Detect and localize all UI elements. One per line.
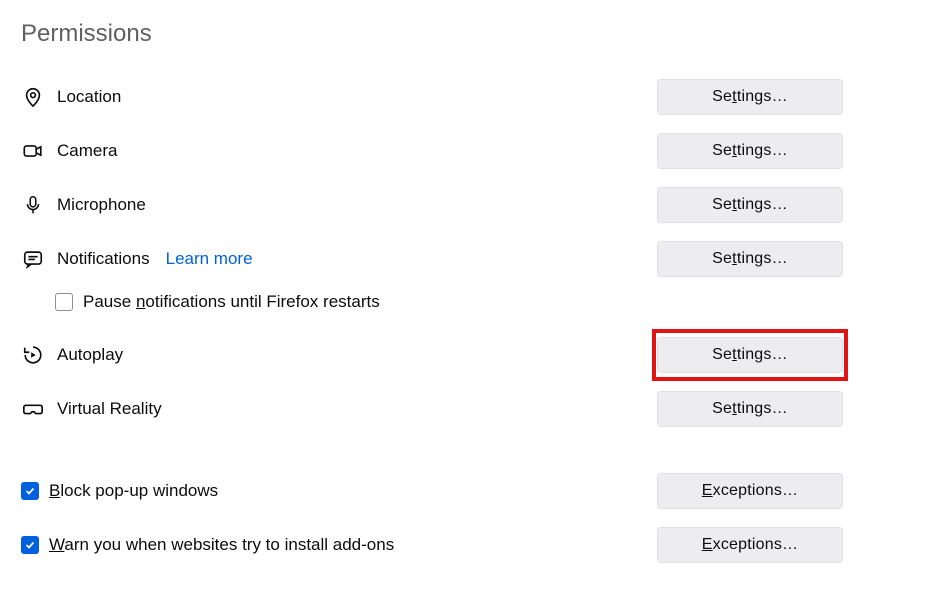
microphone-icon (21, 193, 45, 217)
autoplay-settings-button[interactable]: Settings… (657, 337, 843, 373)
vr-settings-button[interactable]: Settings… (657, 391, 843, 427)
row-location: Location Settings… (21, 70, 843, 124)
row-microphone: Microphone Settings… (21, 178, 843, 232)
location-settings-button[interactable]: Settings… (657, 79, 843, 115)
block-popups-label: Block pop-up windows (49, 481, 218, 501)
notifications-label: Notifications (57, 249, 150, 269)
notifications-learn-more-link[interactable]: Learn more (166, 249, 253, 269)
warn-addons-exceptions-button[interactable]: Exceptions… (657, 527, 843, 563)
microphone-label: Microphone (57, 195, 146, 215)
row-vr: Virtual Reality Settings… (21, 382, 843, 436)
notifications-icon (21, 247, 45, 271)
row-block-popups: Block pop-up windows Exceptions… (21, 464, 843, 518)
permissions-heading: Permissions (21, 20, 946, 48)
camera-icon (21, 139, 45, 163)
location-icon (21, 85, 45, 109)
location-label: Location (57, 87, 121, 107)
row-camera: Camera Settings… (21, 124, 843, 178)
pause-notifications-checkbox[interactable] (55, 293, 73, 311)
row-pause-notifications: Pause notifications until Firefox restar… (21, 282, 843, 322)
autoplay-label: Autoplay (57, 345, 123, 365)
block-popups-checkbox[interactable] (21, 482, 39, 500)
vr-icon (21, 397, 45, 421)
row-notifications: Notifications Learn more Settings… (21, 232, 843, 286)
permissions-list: Location Settings… Camera Settings… (21, 70, 843, 572)
warn-addons-label: Warn you when websites try to install ad… (49, 535, 394, 555)
microphone-settings-button[interactable]: Settings… (657, 187, 843, 223)
vr-label: Virtual Reality (57, 399, 162, 419)
camera-label: Camera (57, 141, 117, 161)
camera-settings-button[interactable]: Settings… (657, 133, 843, 169)
warn-addons-checkbox[interactable] (21, 536, 39, 554)
block-popups-exceptions-button[interactable]: Exceptions… (657, 473, 843, 509)
row-autoplay: Autoplay Settings… (21, 328, 843, 382)
autoplay-icon (21, 343, 45, 367)
notifications-settings-button[interactable]: Settings… (657, 241, 843, 277)
row-warn-addons: Warn you when websites try to install ad… (21, 518, 843, 572)
pause-notifications-label: Pause notifications until Firefox restar… (83, 292, 380, 312)
